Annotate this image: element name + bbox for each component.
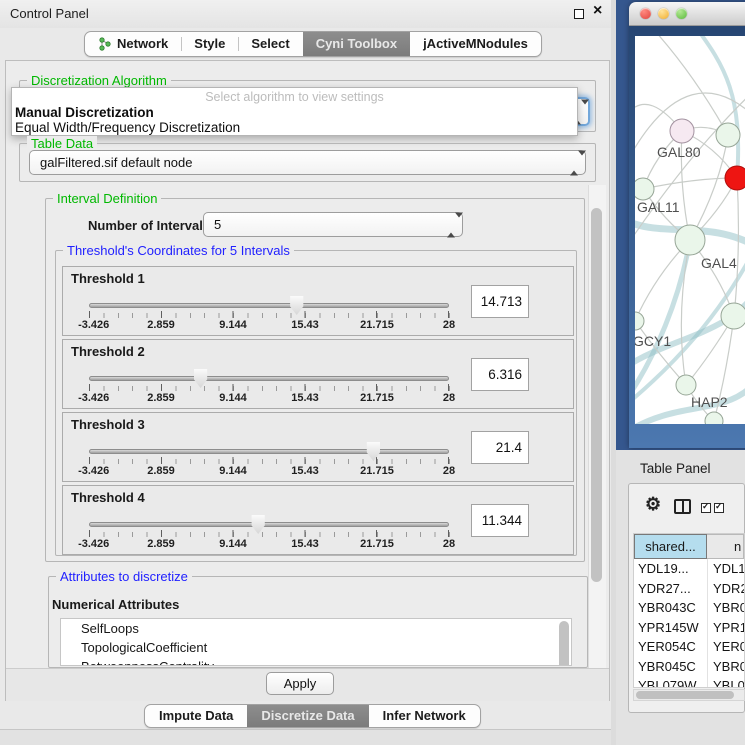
threshold-1-slider[interactable]: -3.426 2.859 9.144 15.43 21.715 28 [89,295,449,331]
node-top-right[interactable] [716,123,740,147]
slider-track[interactable] [89,449,449,454]
threshold-3-label: Threshold 3 [71,417,145,432]
numerical-attributes-label: Numerical Attributes [52,597,179,612]
node-selected-red[interactable] [725,166,745,190]
threshold-4-slider[interactable]: -3.426 2.859 9.144 15.43 21.715 28 [89,514,449,550]
tab-style[interactable]: Style [181,32,238,56]
node-label: GAL80 [657,144,701,160]
interval-definition-group-title: Interval Definition [53,191,161,206]
table-data-combobox[interactable]: galFiltered.sif default node [29,150,586,175]
node-gal11[interactable] [635,178,654,200]
threshold-2-box: Threshold 2 -3.426 2.859 9.144 15.43 21.… [62,339,574,409]
control-panel-titlebar [0,0,612,28]
slider-track[interactable] [89,376,449,381]
list-scrollbar-thumb[interactable] [559,621,569,666]
table-row[interactable]: YDR27...YDR2 [634,579,744,599]
algorithm-popup-hint: Select algorithm to view settings [12,90,577,104]
node-label: GCY1 [635,333,671,349]
minimize-traffic-icon[interactable] [658,8,669,19]
number-of-intervals-label: Number of Intervals [88,218,210,233]
combobox-stepper-icon [570,155,579,170]
tab-cyni-toolbox[interactable]: Cyni Toolbox [303,32,410,56]
numerical-attributes-list[interactable]: SelfLoops TopologicalCoefficient Between… [60,618,572,666]
tab-select[interactable]: Select [238,32,302,56]
table-data-group-title: Table Data [27,136,97,151]
node-table[interactable]: shared... n YDL19...YDL1 YDR27...YDR2 YB… [633,533,745,688]
node-label: GAL4 [701,255,737,271]
network-icon [98,37,112,51]
table-data-combobox-value: galFiltered.sif default node [40,155,192,170]
close-icon[interactable]: × [593,2,602,20]
bottom-strip [0,729,612,745]
list-item[interactable]: SelfLoops [61,619,571,638]
slider-track[interactable] [89,522,449,527]
node-h[interactable] [721,303,745,329]
tab-jactivemnodules[interactable]: jActiveMNodules [410,32,541,56]
threshold-4-box: Threshold 4 -3.426 2.859 9.144 15.43 21.… [62,485,574,555]
threshold-2-slider[interactable]: -3.426 2.859 9.144 15.43 21.715 28 [89,368,449,404]
network-window-titlebar[interactable] [629,2,745,26]
algorithm-dropdown-popup: Select algorithm to view settings Manual… [11,87,578,136]
thresholds-group-title: Threshold's Coordinates for 5 Intervals [63,243,294,258]
tab-network-label: Network [117,32,168,56]
checkbox-icon[interactable] [714,503,724,513]
threshold-1-value-field[interactable]: 14.713 [471,285,529,318]
node-gal80[interactable] [670,119,694,143]
threshold-4-value-field[interactable]: 11.344 [471,504,529,537]
table-panel-title: Table Panel [640,461,711,476]
node-label: HAP2 [691,394,728,410]
node-hap2[interactable] [676,375,696,395]
network-canvas[interactable]: GAL80 GAL11 GAL4 GCY1 HAP2 H G C [635,36,745,424]
column-header-shared-name[interactable]: shared... [634,534,707,559]
node-label: GAL11 [637,199,680,215]
number-of-intervals-combobox[interactable]: 5 [203,212,463,237]
combobox-stepper-icon [447,217,456,232]
node-gcy1[interactable] [635,312,644,330]
slider-track[interactable] [89,303,449,308]
discretization-algorithm-group-title: Discretization Algorithm [27,73,171,88]
panel-scrollbar-thumb[interactable] [591,208,602,582]
tab-network[interactable]: Network [85,32,181,56]
threshold-3-slider[interactable]: -3.426 2.859 9.144 15.43 21.715 28 [89,441,449,477]
attributes-group-title: Attributes to discretize [56,569,192,584]
table-row[interactable]: YER054CYER0 [634,637,744,657]
node-gal4[interactable] [675,225,705,255]
algorithm-option-equal-width[interactable]: Equal Width/Frequency Discretization [15,120,240,135]
threshold-1-box: Threshold 1 -3.426 2.859 9.144 15.43 21.… [62,266,574,336]
screen: Control Panel × Network Style Select Cyn… [0,0,745,745]
split-columns-icon[interactable] [674,499,691,514]
table-row[interactable]: YBR045CYBR0 [634,657,744,677]
threshold-4-label: Threshold 4 [71,490,145,505]
apply-button[interactable]: Apply [266,672,334,695]
column-header-name[interactable]: n [707,534,744,559]
tab-discretize-data[interactable]: Discretize Data [247,705,368,727]
checkbox-icon[interactable] [701,503,711,513]
table-row[interactable]: YPR145WYPR1 [634,618,744,638]
control-panel-tabbar: Network Style Select Cyni Toolbox jActiv… [84,31,542,57]
float-window-icon[interactable] [574,9,584,19]
table-row[interactable]: YDL19...YDL1 [634,559,744,579]
threshold-3-value-field[interactable]: 21.4 [471,431,529,464]
network-view-window[interactable]: GAL80 GAL11 GAL4 GCY1 HAP2 H G C [629,2,745,448]
algorithm-option-manual[interactable]: Manual Discretization [15,105,154,120]
list-item[interactable]: BetweennessCentrality [61,657,571,666]
threshold-3-box: Threshold 3 -3.426 2.859 9.144 15.43 21.… [62,412,574,482]
control-panel-title: Control Panel [10,6,89,21]
close-traffic-icon[interactable] [640,8,651,19]
table-header-row: shared... n [634,534,744,559]
threshold-2-value-field[interactable]: 6.316 [471,358,529,391]
table-row[interactable]: YBR043CYBR0 [634,598,744,618]
gear-icon[interactable]: ⚙ [645,494,661,515]
network-graph: GAL80 GAL11 GAL4 GCY1 HAP2 H G C [635,36,745,424]
tab-infer-network[interactable]: Infer Network [369,705,480,727]
threshold-1-label: Threshold 1 [71,271,145,286]
table-hscrollbar-thumb[interactable] [636,691,734,699]
cyni-bottom-tabbar: Impute Data Discretize Data Infer Networ… [144,704,481,728]
zoom-traffic-icon[interactable] [676,8,687,19]
number-of-intervals-value: 5 [214,217,221,232]
table-row[interactable]: YBL079WYBL0 [634,676,744,688]
threshold-2-label: Threshold 2 [71,344,145,359]
tab-impute-data[interactable]: Impute Data [145,705,247,727]
list-item[interactable]: TopologicalCoefficient [61,638,571,657]
